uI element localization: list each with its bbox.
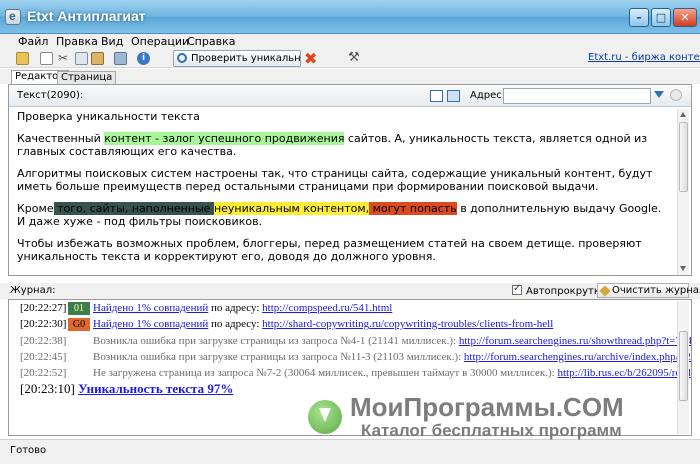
log-entry: [20:22:38] Возникла ошибка при загрузке с… <box>20 335 691 347</box>
paragraph: Проверка уникальности текста <box>17 110 200 123</box>
info-icon[interactable]: i <box>137 52 150 65</box>
address-label: Адрес: <box>470 90 506 101</box>
open-icon[interactable] <box>16 52 29 65</box>
url-link[interactable]: http://shard-copywriting.ru/copywriting-… <box>262 318 553 330</box>
text-length-label: Текст(2090): <box>17 90 84 101</box>
match-link[interactable]: Найдено 1% совпадений <box>93 302 208 314</box>
paste-icon[interactable] <box>91 52 104 65</box>
new-document-icon[interactable] <box>40 52 53 65</box>
highlight-match: контент - залог успешного продвижения <box>104 132 345 145</box>
log-entry: [20:22:27] 01 Найдено 1% совпадений по адр… <box>20 302 393 315</box>
autoscroll-checkbox[interactable]: Автопрокрутка <box>512 283 606 297</box>
url-link[interactable]: http://forum.searchengines.ru/archive/in… <box>464 351 691 363</box>
paragraph: Качественный контент - залог успешного п… <box>17 132 648 158</box>
scroll-up-icon[interactable] <box>680 112 686 117</box>
menu-help[interactable]: Справка <box>187 35 235 48</box>
minimize-button[interactable]: – <box>629 8 649 27</box>
check-uniqueness-button[interactable]: Проверить уникальность <box>173 50 301 67</box>
paragraph: Чтобы избежать возможных проблем, блогге… <box>17 237 642 263</box>
scroll-thumb[interactable] <box>679 331 688 401</box>
text-view-icon[interactable] <box>430 90 443 102</box>
log-entry: [20:22:45] Возникла ошибка при загрузке с… <box>20 351 691 363</box>
download-icon <box>308 400 342 434</box>
log-scrollbar[interactable] <box>677 301 689 434</box>
copy-icon[interactable] <box>75 52 88 65</box>
match-link[interactable]: Найдено 1% совпадений <box>93 318 208 330</box>
cancel-icon[interactable] <box>670 89 682 101</box>
cut-icon[interactable]: ✂ <box>58 52 71 65</box>
tab-page[interactable]: Страница <box>57 71 117 85</box>
url-link[interactable]: http://compspeed.ru/541.html <box>262 302 392 314</box>
watermark-subtitle: Каталог бесплатных программ <box>361 421 622 440</box>
uniqueness-result-link[interactable]: Уникальность текста 97% <box>78 381 233 396</box>
menu-operations[interactable]: Операции <box>131 35 189 48</box>
menu-bar: Файл Правка Вид Операции Справка <box>0 34 700 50</box>
status-text: Готово <box>10 445 47 456</box>
close-button[interactable]: ✕ <box>673 8 697 27</box>
paragraph: Кроме того, сайты, наполненные неуникаль… <box>17 202 662 228</box>
scroll-thumb[interactable] <box>679 122 688 192</box>
url-link[interactable]: http://lib.rus.ec/b/262095/read <box>557 367 690 379</box>
editor-panel: Текст(2090): Адрес: Проверка уникальност… <box>8 84 692 276</box>
editor-header: Текст(2090): Адрес: <box>9 85 691 107</box>
dropdown-arrow-icon[interactable] <box>654 91 664 98</box>
title-bar: Etxt Антиплагиат – □ ✕ <box>0 0 700 34</box>
exchange-link[interactable]: Etxt.ru - биржа контента <box>588 52 700 63</box>
clear-log-button[interactable]: Очистить журнал <box>597 283 700 298</box>
settings-icon[interactable] <box>114 52 127 65</box>
highlight-match: неуникальным контентом, <box>213 202 370 215</box>
editor-scrollbar[interactable] <box>677 109 689 275</box>
tab-bar: Редактор Страница <box>0 69 700 85</box>
log-entry: [20:22:30] G0 Найдено 1% совпадений по адр… <box>20 318 554 331</box>
checkbox-icon <box>512 283 522 295</box>
app-icon <box>5 9 21 25</box>
editor-textarea[interactable]: Проверка уникальности текста Качественны… <box>17 110 672 273</box>
highlight-match: того, сайты, наполненные <box>53 202 214 215</box>
status-bar: Готово <box>0 439 700 464</box>
menu-view[interactable]: Вид <box>101 35 123 48</box>
scroll-down-icon[interactable] <box>680 266 686 271</box>
wand-icon[interactable]: ⚒ <box>348 50 360 65</box>
log-entry: [20:22:52] Не загружена страница из запро… <box>20 367 691 379</box>
source-badge: G0 <box>68 318 90 331</box>
source-badge: 01 <box>68 302 90 315</box>
url-link[interactable]: http://forum.searchengines.ru/showthread… <box>459 335 691 347</box>
log-title: Журнал: <box>10 285 56 296</box>
menu-edit[interactable]: Правка <box>56 35 98 48</box>
address-input[interactable] <box>503 88 651 104</box>
uniqueness-result: [20:23:10] Уникальность текста 97% <box>20 381 234 396</box>
log-header: Журнал: Автопрокрутка Очистить журнал <box>0 283 700 299</box>
maximize-button[interactable]: □ <box>651 8 671 27</box>
magnifier-icon <box>177 53 187 63</box>
check-uniqueness-label: Проверить уникальность <box>191 53 301 64</box>
paragraph: Алгоритмы поисковых систем настроены так… <box>17 167 653 193</box>
page-view-icon[interactable] <box>447 90 460 102</box>
watermark-title: МоиПрограммы.COM <box>350 392 624 422</box>
stop-icon[interactable]: ✖ <box>304 49 317 68</box>
window-title: Etxt Антиплагиат <box>27 8 146 24</box>
highlight-match: могут попасть <box>369 202 457 215</box>
broom-icon <box>599 285 611 297</box>
menu-file[interactable]: Файл <box>18 35 48 48</box>
